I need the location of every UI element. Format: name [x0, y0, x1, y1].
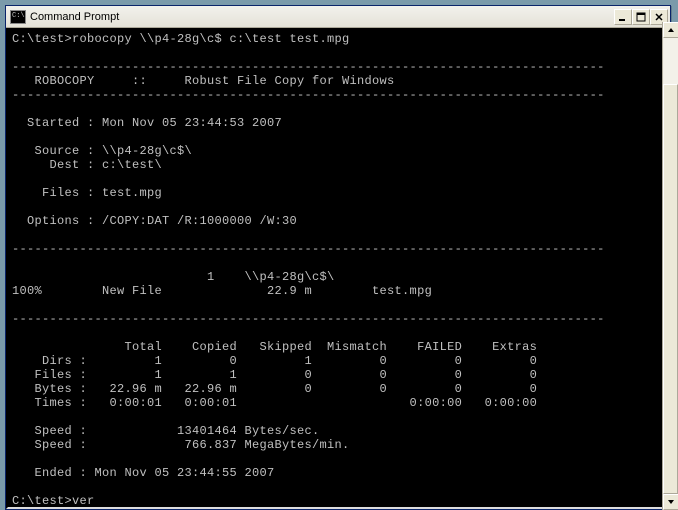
horizontal-rule: ----------------------------------------… — [12, 312, 605, 326]
prompt: C:\test> — [12, 494, 72, 508]
options-value: /COPY:DAT /R:1000000 /W:30 — [95, 214, 298, 228]
ended-label: Ended : — [12, 466, 87, 480]
speed-bytes-sec: Speed : 13401464 Bytes/sec. — [12, 424, 320, 438]
options-label: Options : — [12, 214, 95, 228]
horizontal-rule: ----------------------------------------… — [12, 60, 605, 74]
progress-header: 1 \\p4-28g\c$\ — [12, 270, 335, 284]
horizontal-rule: ----------------------------------------… — [12, 242, 605, 256]
robocopy-banner: ROBOCOPY :: Robust File Copy for Windows — [12, 74, 395, 88]
stats-header: Total Copied Skipped Mismatch FAILED Ext… — [12, 340, 537, 354]
prompt: C:\test> — [12, 32, 72, 46]
scroll-track[interactable] — [663, 38, 678, 494]
window-controls — [614, 9, 668, 25]
titlebar[interactable]: C:\ Command Prompt — [6, 6, 670, 28]
scroll-down-button[interactable] — [663, 494, 678, 510]
scroll-thumb[interactable] — [663, 84, 678, 494]
dest-value: c:\test\ — [95, 158, 163, 172]
dest-label: Dest : — [12, 158, 95, 172]
stats-files: Files : 1 1 0 0 0 0 — [12, 368, 537, 382]
files-value: test.mpg — [95, 186, 163, 200]
maximize-button[interactable] — [632, 9, 650, 25]
minimize-button[interactable] — [614, 9, 632, 25]
scroll-up-button[interactable] — [663, 22, 678, 38]
cmd-icon: C:\ — [10, 10, 26, 24]
speed-mb-min: Speed : 766.837 MegaBytes/min. — [12, 438, 350, 452]
progress-line: 100% New File 22.9 m test.mpg — [12, 284, 432, 298]
files-label: Files : — [12, 186, 95, 200]
vertical-scrollbar[interactable] — [662, 22, 678, 510]
stats-dirs: Dirs : 1 0 1 0 0 0 — [12, 354, 537, 368]
window-title: Command Prompt — [30, 11, 614, 23]
stats-times: Times : 0:00:01 0:00:01 0:00:00 0:00:00 — [12, 396, 537, 410]
console-output[interactable]: C:\test>robocopy \\p4-28g\c$ c:\test tes… — [6, 28, 670, 509]
started-value: Mon Nov 05 23:44:53 2007 — [95, 116, 283, 130]
command-prompt-window: C:\ Command Prompt C:\test>robocopy \\p4… — [5, 5, 671, 510]
started-label: Started : — [12, 116, 95, 130]
stats-bytes: Bytes : 22.96 m 22.96 m 0 0 0 0 — [12, 382, 537, 396]
horizontal-rule: ----------------------------------------… — [12, 88, 605, 102]
cmd-icon-text: C:\ — [12, 13, 25, 20]
source-label: Source : — [12, 144, 95, 158]
ended-value: Mon Nov 05 23:44:55 2007 — [87, 466, 275, 480]
command-text: ver — [72, 494, 95, 508]
source-value: \\p4-28g\c$\ — [95, 144, 193, 158]
command-text: robocopy \\p4-28g\c$ c:\test test.mpg — [72, 32, 350, 46]
